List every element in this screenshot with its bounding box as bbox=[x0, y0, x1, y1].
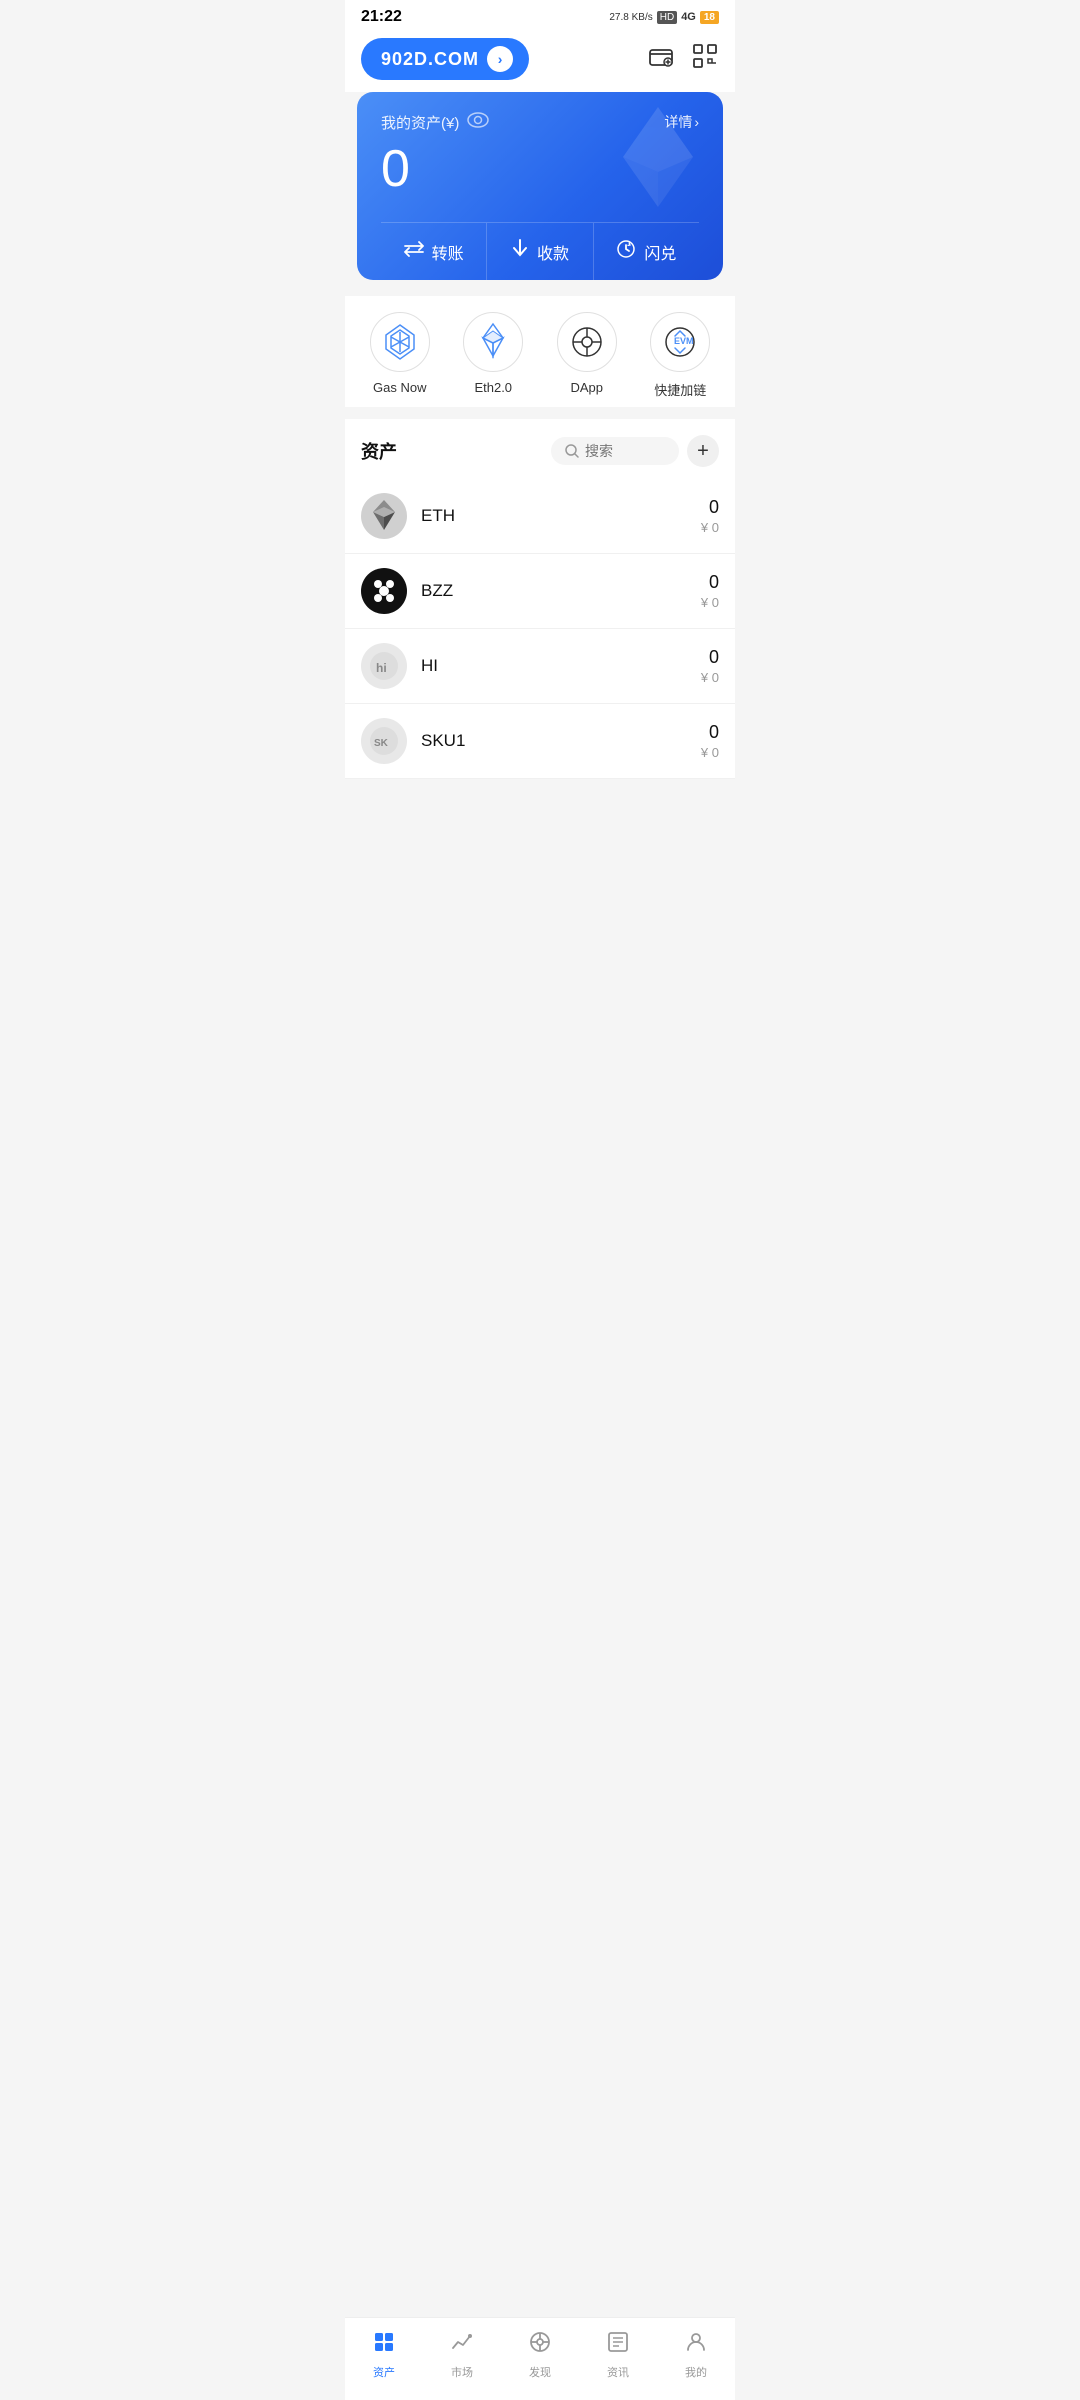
asset-actions: 转账 收款 闪兑 bbox=[381, 222, 699, 280]
news-nav-icon bbox=[606, 2330, 630, 2360]
bzz-cny: ¥ 0 bbox=[701, 595, 719, 610]
gas-now-label: Gas Now bbox=[373, 380, 426, 395]
eth-amounts: 0 ¥ 0 bbox=[701, 497, 719, 535]
sku1-cny: ¥ 0 bbox=[701, 745, 719, 760]
bzz-logo bbox=[361, 568, 407, 614]
transfer-icon bbox=[404, 241, 424, 262]
assets-title: 资产 bbox=[361, 438, 397, 464]
eth-logo bbox=[361, 493, 407, 539]
status-time: 21:22 bbox=[361, 8, 402, 26]
add-wallet-icon[interactable] bbox=[647, 42, 675, 77]
quick-item-quick-chain[interactable]: EVM 快捷加链 bbox=[650, 312, 710, 399]
quick-chain-icon-wrap: EVM bbox=[650, 312, 710, 372]
receive-label: 收款 bbox=[537, 240, 569, 264]
brand-text: 902D.COM bbox=[381, 49, 479, 70]
scan-icon[interactable] bbox=[691, 42, 719, 77]
asset-item-sku1[interactable]: SK SKU1 0 ¥ 0 bbox=[345, 704, 735, 779]
asset-item-eth[interactable]: ETH 0 ¥ 0 bbox=[345, 479, 735, 554]
eth-balance: 0 bbox=[701, 497, 719, 518]
quick-actions: Gas Now Eth2.0 DApp bbox=[345, 296, 735, 407]
nav-item-market[interactable]: 市场 bbox=[423, 2326, 501, 2384]
gas-now-icon-wrap bbox=[370, 312, 430, 372]
nav-item-assets[interactable]: 资产 bbox=[345, 2326, 423, 2384]
hi-balance: 0 bbox=[701, 647, 719, 668]
bzz-name: BZZ bbox=[421, 581, 701, 601]
hi-amounts: 0 ¥ 0 bbox=[701, 647, 719, 685]
receive-icon bbox=[511, 239, 529, 264]
eth-cny: ¥ 0 bbox=[701, 520, 719, 535]
brand-button[interactable]: 902D.COM › bbox=[361, 38, 529, 80]
flash-swap-label: 闪兑 bbox=[644, 240, 676, 264]
add-asset-button[interactable]: + bbox=[687, 435, 719, 467]
eth2-label: Eth2.0 bbox=[474, 380, 512, 395]
quick-item-dapp[interactable]: DApp bbox=[557, 312, 617, 399]
status-icons: 27.8 KB/s HD 4G 18 bbox=[609, 11, 719, 24]
bottom-nav: 资产 市场 发现 bbox=[345, 2317, 735, 2400]
transfer-label: 转账 bbox=[432, 240, 464, 264]
nav-label-market: 市场 bbox=[451, 2364, 473, 2380]
search-icon bbox=[565, 444, 579, 458]
quick-item-eth2[interactable]: Eth2.0 bbox=[463, 312, 523, 399]
asset-item-hi[interactable]: hi HI 0 ¥ 0 bbox=[345, 629, 735, 704]
profile-nav-icon bbox=[684, 2330, 708, 2360]
sku1-amounts: 0 ¥ 0 bbox=[701, 722, 719, 760]
eth-watermark bbox=[613, 102, 703, 217]
nav-item-discover[interactable]: 发现 bbox=[501, 2326, 579, 2384]
receive-button[interactable]: 收款 bbox=[486, 223, 592, 280]
flash-swap-icon bbox=[616, 239, 636, 264]
asset-item-bzz[interactable]: BZZ 0 ¥ 0 bbox=[345, 554, 735, 629]
hi-logo: hi bbox=[361, 643, 407, 689]
eth-name: ETH bbox=[421, 506, 701, 526]
header-icons bbox=[647, 42, 719, 77]
assets-nav-icon bbox=[372, 2330, 396, 2360]
search-box[interactable] bbox=[551, 437, 679, 465]
search-area: + bbox=[551, 435, 719, 467]
discover-nav-icon bbox=[528, 2330, 552, 2360]
dapp-icon-wrap bbox=[557, 312, 617, 372]
bzz-amounts: 0 ¥ 0 bbox=[701, 572, 719, 610]
svg-text:hi: hi bbox=[376, 661, 387, 675]
transfer-button[interactable]: 转账 bbox=[381, 223, 486, 280]
battery-icon: 18 bbox=[700, 11, 719, 24]
svg-text:SK: SK bbox=[374, 738, 389, 749]
nav-item-news[interactable]: 资讯 bbox=[579, 2326, 657, 2384]
quick-chain-label: 快捷加链 bbox=[654, 380, 706, 399]
eth2-icon-wrap bbox=[463, 312, 523, 372]
speed-indicator: 27.8 KB/s bbox=[609, 12, 652, 23]
header: 902D.COM › bbox=[345, 30, 735, 92]
nav-label-profile: 我的 bbox=[685, 2364, 707, 2380]
status-bar: 21:22 27.8 KB/s HD 4G 18 bbox=[345, 0, 735, 30]
svg-text:EVM: EVM bbox=[674, 336, 694, 346]
sku1-name: SKU1 bbox=[421, 731, 701, 751]
hi-name: HI bbox=[421, 656, 701, 676]
nav-label-assets: 资产 bbox=[373, 2364, 395, 2380]
nav-label-news: 资讯 bbox=[607, 2364, 629, 2380]
market-nav-icon bbox=[450, 2330, 474, 2360]
eye-icon[interactable] bbox=[467, 112, 489, 133]
brand-arrow-icon: › bbox=[487, 46, 513, 72]
nav-label-discover: 发现 bbox=[529, 2364, 551, 2380]
hd-badge: HD bbox=[657, 11, 677, 24]
asset-card: 我的资产(¥) 详情 › 0 转账 bbox=[357, 92, 723, 280]
nav-item-profile[interactable]: 我的 bbox=[657, 2326, 735, 2384]
assets-header: 资产 + bbox=[345, 419, 735, 479]
flash-swap-button[interactable]: 闪兑 bbox=[593, 223, 699, 280]
search-input[interactable] bbox=[585, 443, 665, 459]
asset-label: 我的资产(¥) bbox=[381, 112, 489, 133]
network-icon: 4G bbox=[681, 11, 696, 23]
quick-item-gas-now[interactable]: Gas Now bbox=[370, 312, 430, 399]
hi-cny: ¥ 0 bbox=[701, 670, 719, 685]
bzz-balance: 0 bbox=[701, 572, 719, 593]
assets-section: 资产 + ETH 0 ¥ 0 bbox=[345, 419, 735, 779]
sku1-logo: SK bbox=[361, 718, 407, 764]
dapp-label: DApp bbox=[570, 380, 603, 395]
sku1-balance: 0 bbox=[701, 722, 719, 743]
